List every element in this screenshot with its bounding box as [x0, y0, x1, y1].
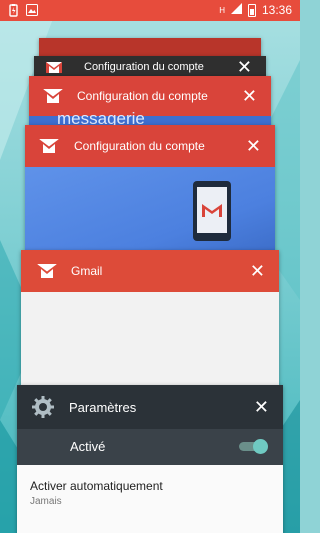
- card-header: Gmail ✕: [21, 250, 279, 292]
- gmail-icon: [43, 89, 63, 103]
- recent-app-card[interactable]: Configuration du compte ✕ messagerie: [29, 76, 271, 126]
- signal-icon: [230, 3, 242, 17]
- card-preview: [25, 167, 275, 250]
- network-type: H: [219, 5, 225, 15]
- master-toggle-row[interactable]: Activé: [17, 429, 283, 465]
- card-title: Gmail: [71, 264, 103, 278]
- card-header: Configuration du compte ✕: [34, 56, 266, 78]
- recent-app-card[interactable]: Gmail ✕: [21, 250, 279, 390]
- gmail-icon: [46, 61, 62, 73]
- clock: 13:36: [261, 3, 292, 17]
- recent-app-card[interactable]: Configuration du compte ✕: [34, 56, 266, 78]
- toggle-switch[interactable]: [239, 439, 268, 454]
- close-icon[interactable]: ✕: [237, 58, 252, 76]
- setting-subtitle: Jamais: [30, 496, 62, 507]
- card-title: Configuration du compte: [77, 89, 208, 103]
- gmail-icon: [37, 264, 57, 278]
- gmail-icon: [39, 139, 59, 153]
- battery-charging-notification-icon: [8, 4, 19, 17]
- card-title: Configuration du compte: [84, 61, 204, 73]
- setting-item[interactable]: Activer automatiquement Jamais: [30, 479, 163, 507]
- close-icon[interactable]: ✕: [250, 262, 265, 280]
- close-icon[interactable]: ✕: [254, 398, 269, 416]
- card-header: Configuration du compte ✕: [25, 125, 275, 167]
- close-icon[interactable]: ✕: [242, 87, 257, 105]
- close-icon[interactable]: ✕: [246, 137, 261, 155]
- battery-icon: [247, 3, 256, 17]
- recent-app-card[interactable]: [39, 38, 261, 58]
- setting-title: Activer automatiquement: [30, 479, 163, 493]
- status-bar: H 13:36: [0, 0, 300, 21]
- card-title: Configuration du compte: [74, 139, 205, 153]
- gmail-icon: [202, 204, 222, 217]
- card-title: Paramètres: [69, 399, 137, 415]
- card-header: Paramètres ✕: [17, 385, 283, 429]
- recent-app-card[interactable]: Configuration du compte ✕: [25, 125, 275, 250]
- card-preview-text: messagerie: [57, 109, 145, 126]
- recent-app-card[interactable]: Paramètres ✕ Activé Activer automatiquem…: [17, 385, 283, 533]
- phone-illustration: [193, 181, 231, 241]
- toggle-label: Activé: [70, 439, 106, 454]
- image-notification-icon: [26, 4, 38, 16]
- settings-gear-icon: [31, 395, 55, 419]
